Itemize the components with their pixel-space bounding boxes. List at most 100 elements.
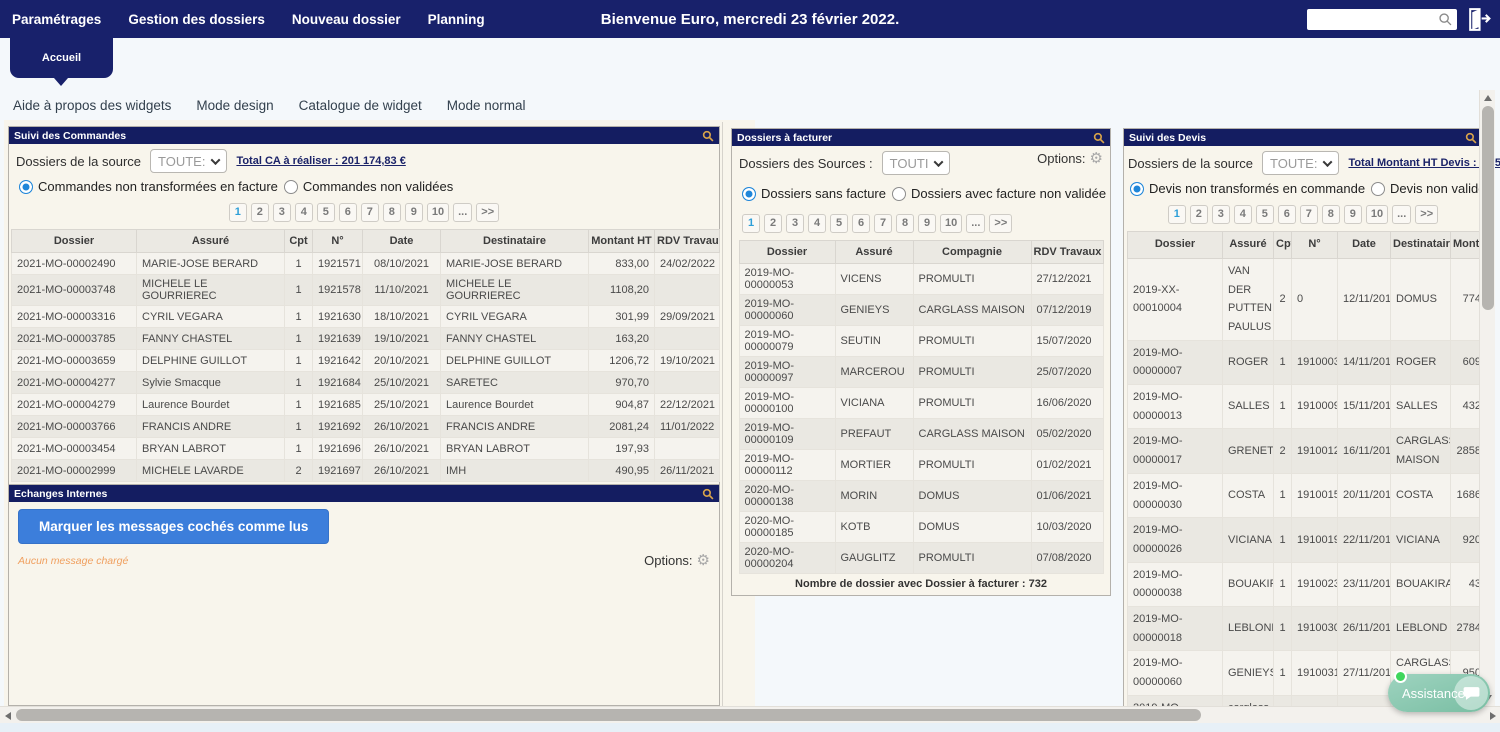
radio-devis-non-valides[interactable]: Devis non validés (1371, 181, 1492, 196)
table-row[interactable]: 2021-MO-00003454BRYAN LABROT1192169626/1… (12, 438, 720, 460)
pagination-page[interactable]: 8 (1322, 205, 1340, 224)
radio-commandes-non-validees[interactable]: Commandes non validées (284, 179, 453, 194)
pagination-page[interactable]: 3 (273, 203, 291, 222)
table-row[interactable]: 2021-MO-00003766FRANCIS ANDRE1192169226/… (12, 416, 720, 438)
pagination-page[interactable]: 8 (383, 203, 401, 222)
source-select[interactable]: TOUTE: (1262, 151, 1339, 175)
scroll-left-arrow-icon[interactable] (5, 712, 11, 720)
pagination-page[interactable]: 1 (229, 203, 247, 222)
table-row[interactable]: 2019-MO-00000018LEBLOND1191003026/11/201… (1128, 606, 1480, 650)
menu-item[interactable]: Paramétrages (12, 12, 101, 27)
pagination-page[interactable]: 4 (808, 214, 826, 233)
table-row[interactable]: 2021-MO-00004277Sylvie Smacque1192168425… (12, 372, 720, 394)
pagination-page[interactable]: 9 (1344, 205, 1362, 224)
table-row[interactable]: 2019-MO-00000097MARCEROUPROMULTI25/07/20… (739, 357, 1103, 388)
table-row[interactable]: 2019-MO-00000112MORTIERPROMULTI01/02/202… (739, 450, 1103, 481)
radio-dossiers-sans-facture[interactable]: Dossiers sans facture (742, 186, 886, 201)
search-icon[interactable] (1438, 12, 1453, 27)
radio-devis-non-transformes[interactable]: Devis non transformés en commande (1130, 181, 1365, 196)
vertical-scrollbar[interactable] (1479, 90, 1495, 706)
menu-item[interactable]: Gestion des dossiers (128, 12, 265, 27)
pagination-page[interactable]: 1 (742, 214, 760, 233)
pagination-page[interactable]: >> (1415, 205, 1438, 224)
pagination-page[interactable]: 1 (1168, 205, 1186, 224)
table-row[interactable]: 2020-MO-00000204GAUGLITZPROMULTI07/08/20… (739, 543, 1103, 574)
pagination-page[interactable]: 7 (874, 214, 892, 233)
table-row[interactable]: 2021-MO-00003659DELPHINE GUILLOT11921642… (12, 350, 720, 372)
radio-commandes-non-transformees[interactable]: Commandes non transformées en facture (19, 179, 278, 194)
search-input[interactable] (1311, 11, 1438, 28)
table-row[interactable]: 2019-MO-00000017GRENET2191001216/11/2019… (1128, 429, 1480, 473)
radio-dossiers-facture-non-validee[interactable]: Dossiers avec facture non validée (892, 186, 1106, 201)
table-row[interactable]: 2021-MO-00002490MARIE-JOSE BERARD1192157… (12, 253, 720, 275)
magnifier-icon[interactable] (702, 488, 714, 500)
gear-icon[interactable]: ⚙ (697, 553, 710, 568)
table-row[interactable]: 2020-MO-00000138MORINDOMUS01/06/2021 (739, 481, 1103, 512)
table-row[interactable]: 2021-MO-00003785FANNY CHASTEL1192163919/… (12, 328, 720, 350)
mark-messages-read-button[interactable]: Marquer les messages cochés comme lus (18, 509, 329, 544)
horizontal-scrollbar[interactable] (0, 706, 1500, 723)
pagination-page[interactable]: 6 (339, 203, 357, 222)
pagination-page[interactable]: 6 (852, 214, 870, 233)
pagination-page[interactable]: 2 (764, 214, 782, 233)
pagination-page[interactable]: 5 (830, 214, 848, 233)
pagination-page[interactable]: 2 (1190, 205, 1208, 224)
pagination-page[interactable]: 5 (1256, 205, 1274, 224)
pagination-page[interactable]: 10 (427, 203, 449, 222)
pagination-page[interactable]: 9 (918, 214, 936, 233)
menu-item[interactable]: Planning (428, 12, 485, 27)
menu-item[interactable]: Nouveau dossier (292, 12, 401, 27)
magnifier-icon[interactable] (702, 130, 714, 142)
pagination-page[interactable]: >> (476, 203, 499, 222)
scroll-right-arrow-icon[interactable] (1490, 712, 1496, 720)
table-row[interactable]: 2021-MO-00003748MICHELE LE GOURRIEREC119… (12, 275, 720, 306)
table-row[interactable]: 2019-MO-00000079SEUTINPROMULTI15/07/2020 (739, 326, 1103, 357)
table-row[interactable]: 2019-MO-00000026VICIANA1191001922/11/201… (1128, 518, 1480, 562)
pagination-page[interactable]: 6 (1278, 205, 1296, 224)
magnifier-icon[interactable] (1093, 132, 1105, 144)
table-row[interactable]: 2019-MO-00000109PREFAUTCARGLASS MAISON05… (739, 419, 1103, 450)
table-row[interactable]: 2019-MO-00000053VICENSPROMULTI27/12/2021 (739, 264, 1103, 295)
pagination-page[interactable]: ... (1392, 205, 1411, 224)
subnav-link[interactable]: Mode normal (447, 98, 526, 113)
table-row[interactable]: 2021-MO-00004279Laurence Bourdet11921685… (12, 394, 720, 416)
table-row[interactable]: 2019-MO-00000100VICIANAPROMULTI16/06/202… (739, 388, 1103, 419)
table-row[interactable]: 2020-MO-00000185KOTBDOMUS10/03/2020 (739, 512, 1103, 543)
source-select[interactable]: TOUTI (882, 151, 951, 175)
pagination-page[interactable]: 7 (361, 203, 379, 222)
source-select[interactable]: TOUTE: (150, 149, 227, 173)
subnav-link[interactable]: Catalogue de widget (299, 98, 422, 113)
pagination-page[interactable]: 3 (1212, 205, 1230, 224)
table-row[interactable]: 2019-MO-00000013SALLES1191000915/11/2019… (1128, 385, 1480, 429)
tab-accueil[interactable]: Accueil (10, 38, 113, 78)
pagination-page[interactable]: 9 (405, 203, 423, 222)
subnav-link[interactable]: Mode design (196, 98, 273, 113)
pagination-page[interactable]: 8 (896, 214, 914, 233)
table-row[interactable]: 2019-MO-00000007ROGER1191000314/11/2019R… (1128, 340, 1480, 384)
table-row[interactable]: 2019-MO-00000030COSTA1191001520/11/2019C… (1128, 473, 1480, 517)
horizontal-scrollbar-thumb[interactable] (16, 709, 1201, 721)
pagination-page[interactable]: 2 (251, 203, 269, 222)
pagination-page[interactable]: 10 (940, 214, 962, 233)
total-ca-link[interactable]: Total CA à réaliser : 201 174,83 € (236, 155, 405, 167)
pagination-page[interactable]: 4 (295, 203, 313, 222)
pagination-page[interactable]: ... (966, 214, 985, 233)
pagination-page[interactable]: 4 (1234, 205, 1252, 224)
assistance-chat-button[interactable]: Assistance (1388, 674, 1490, 712)
subnav-link[interactable]: Aide à propos des widgets (13, 98, 171, 113)
gear-icon[interactable]: ⚙ (1090, 151, 1103, 166)
pagination-page[interactable]: >> (989, 214, 1012, 233)
table-row[interactable]: 2019-MO-00000060GENIEYSCARGLASS MAISON07… (739, 295, 1103, 326)
pagination-page[interactable]: 10 (1366, 205, 1388, 224)
total-devis-link[interactable]: Total Montant HT Devis : 2 152 624,70 € (1348, 157, 1500, 169)
vertical-scrollbar-thumb[interactable] (1482, 106, 1494, 310)
pagination-page[interactable]: 3 (786, 214, 804, 233)
table-row[interactable]: 2019-MO-00000038BOUAKIRA1191002323/11/20… (1128, 562, 1480, 606)
table-row[interactable]: 2021-MO-00002999MICHELE LAVARDE219216972… (12, 460, 720, 482)
logout-icon[interactable] (1465, 6, 1492, 33)
magnifier-icon[interactable] (1465, 132, 1477, 144)
scroll-up-arrow-icon[interactable] (1484, 95, 1492, 101)
table-row[interactable]: 2019-XX-00010004VAN DER PUTTEN PAULUS201… (1128, 258, 1480, 340)
pagination-page[interactable]: ... (453, 203, 472, 222)
pagination-page[interactable]: 7 (1300, 205, 1318, 224)
